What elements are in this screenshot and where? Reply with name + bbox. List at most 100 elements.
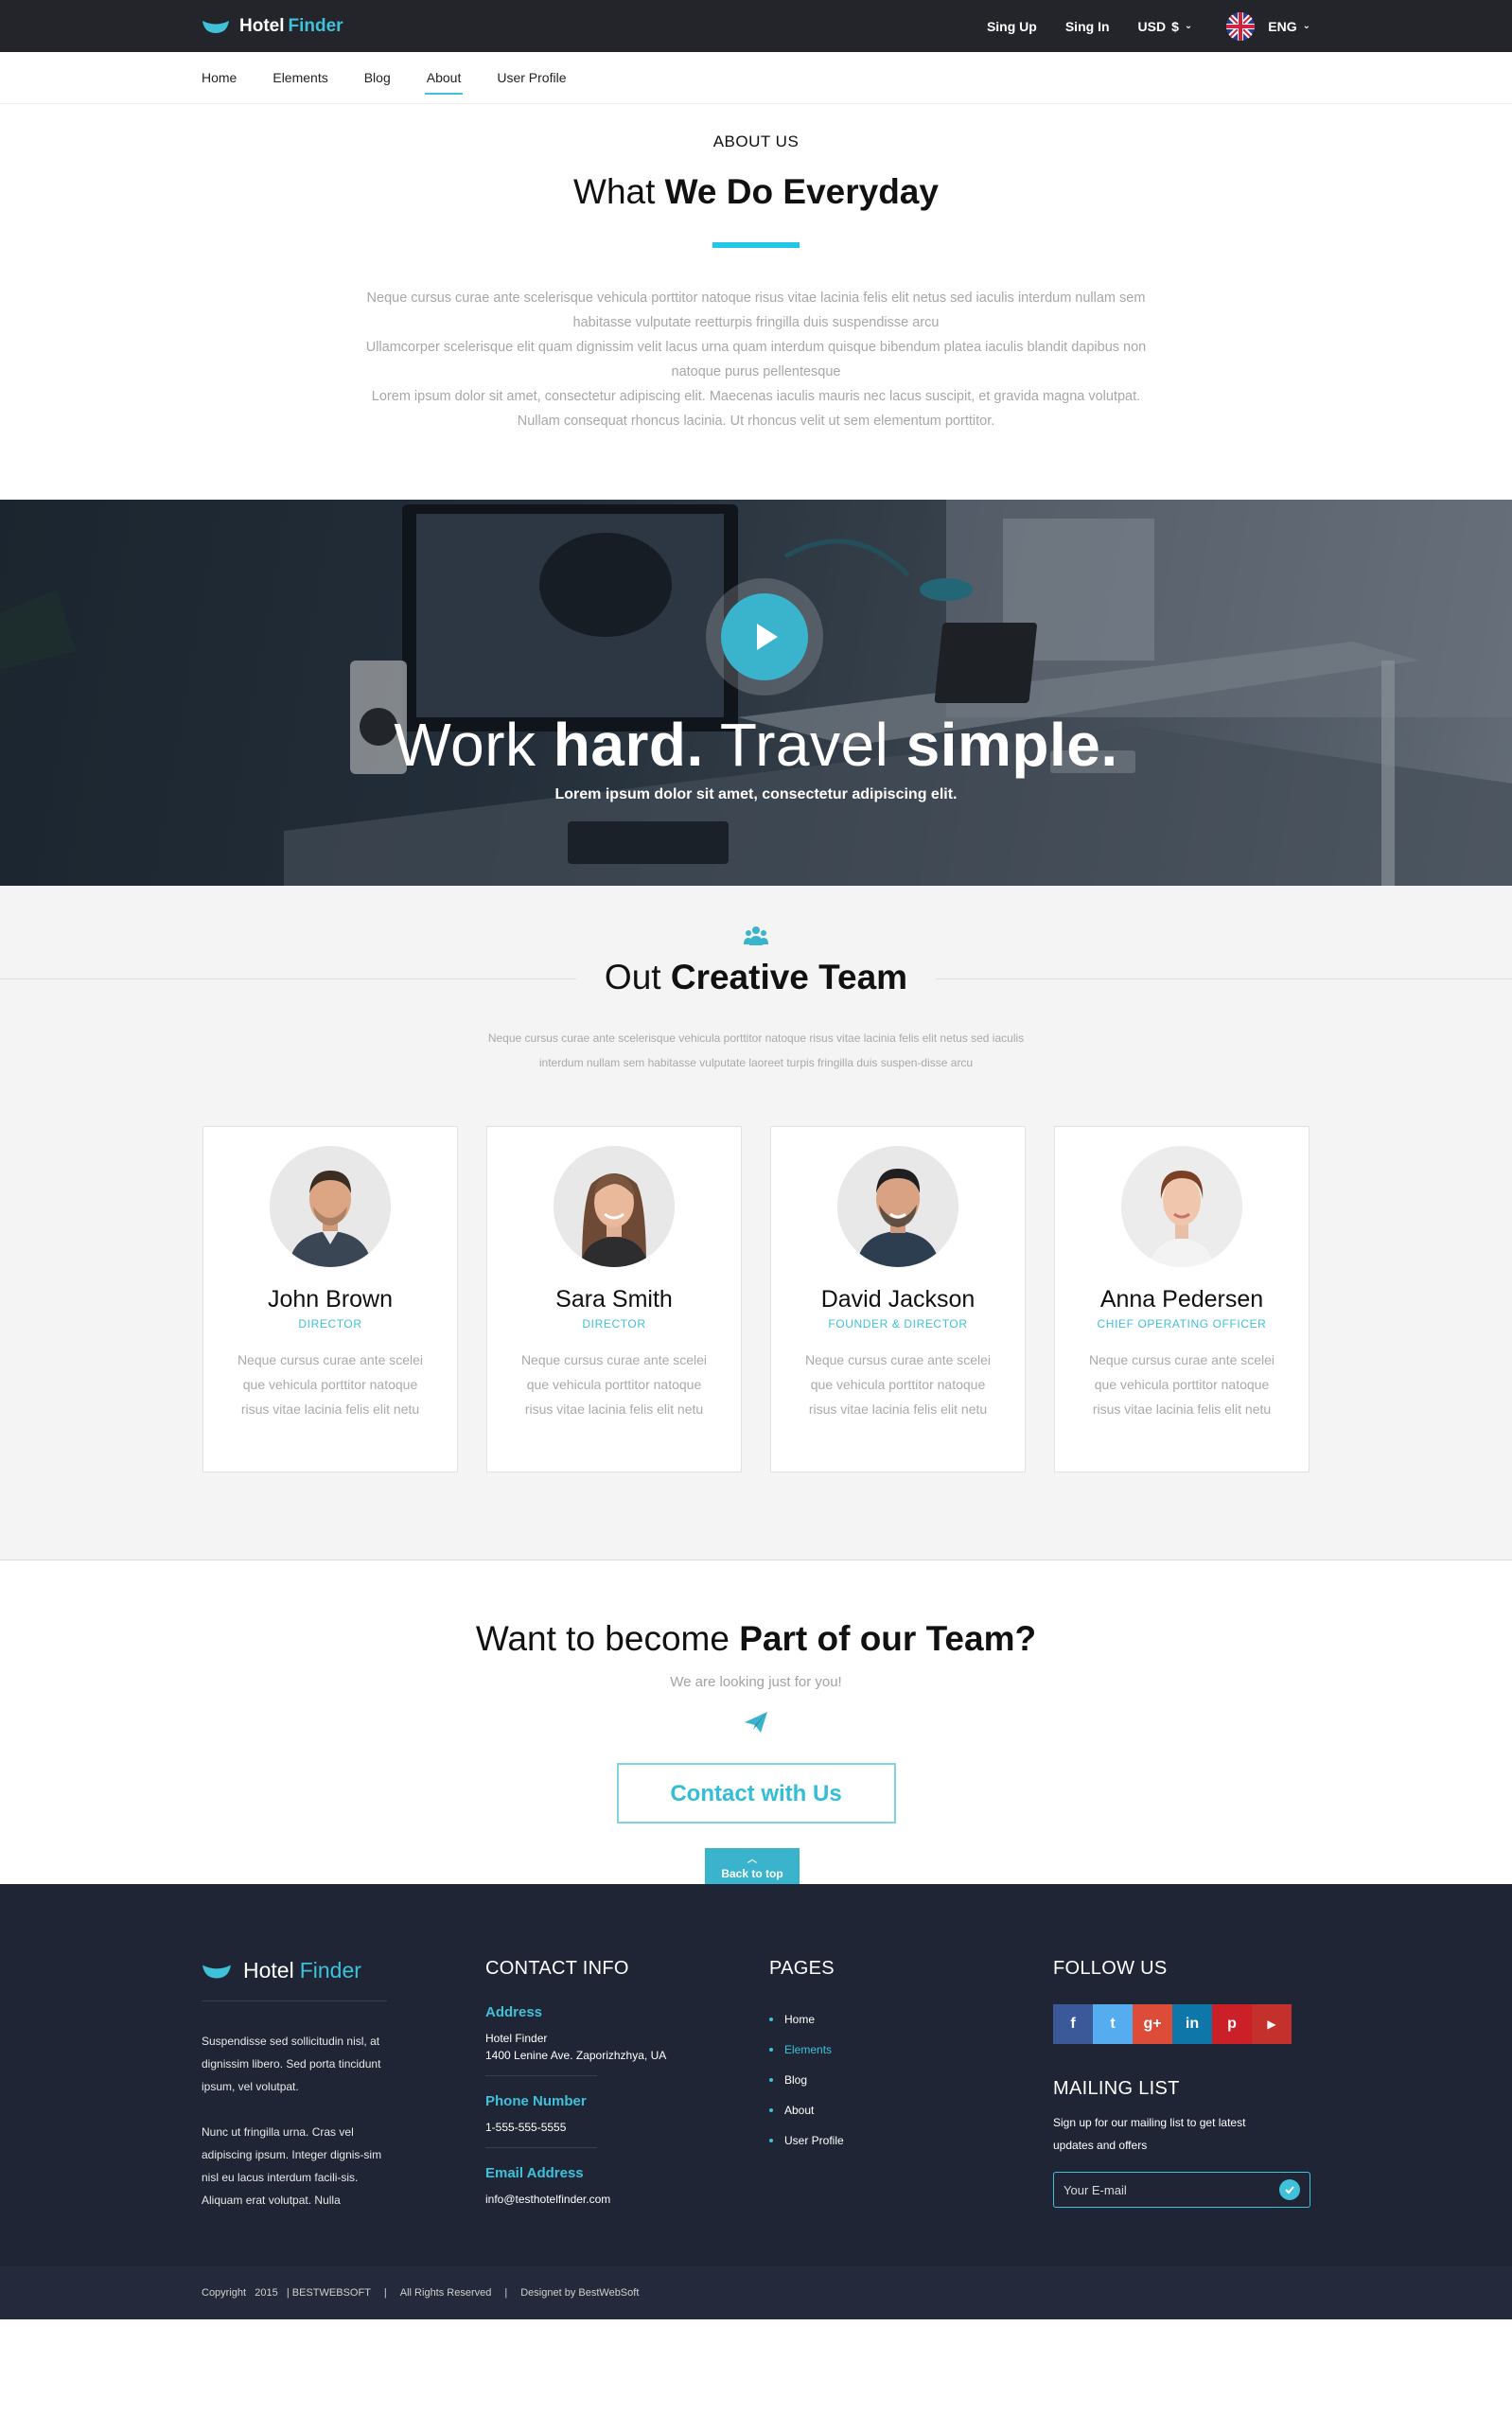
footer-link-label: Blog <box>784 2073 808 2087</box>
language-dropdown[interactable]: ENG ⌄ <box>1226 11 1310 41</box>
submit-check-icon[interactable] <box>1279 2179 1300 2200</box>
team-title-wrap: Out Creative Team <box>0 958 1512 999</box>
divider <box>485 2147 597 2148</box>
team-member-card: David Jackson FOUNDER & DIRECTOR Neque c… <box>770 1126 1026 1472</box>
footer-pages-column: PAGES Home Elements Blog About User Prof… <box>769 1958 1053 2212</box>
bullet-icon <box>769 2018 773 2021</box>
footer-link-user-profile[interactable]: User Profile <box>769 2125 1053 2156</box>
address-line-2: 1400 Lenine Ave. Zaporizhzhya, UA <box>485 2049 667 2062</box>
address-label: Address <box>485 2004 543 2020</box>
footer-link-blog[interactable]: Blog <box>769 2065 1053 2095</box>
member-bio: Neque cursus curae ante scelei que vehic… <box>237 1352 424 1417</box>
footer-text-2: Nunc ut fringilla urna. Cras vel adipisc… <box>202 2125 382 2207</box>
mailing-heading: MAILING LIST <box>1053 2078 1180 2099</box>
main-nav: Home Elements Blog About User Profile <box>0 52 1512 104</box>
email-address[interactable]: info@testhotelfinder.com <box>485 2191 769 2208</box>
about-paragraph-2: Ullamcorper scelerisque elit quam dignis… <box>365 340 1147 379</box>
footer-about-column: Hotel Finder Suspendisse sed sollicitudi… <box>202 1958 485 2212</box>
footer-text-1: Suspendisse sed sollicitudin nisl, at di… <box>202 2035 381 2093</box>
hero-title-3: Travel <box>719 711 889 779</box>
separator: | <box>504 2287 508 2299</box>
hero-title: Work hard. Travel simple. <box>0 710 1512 780</box>
about-paragraph-1: Neque cursus curae ante scelerisque vehi… <box>366 291 1146 330</box>
play-video-button[interactable] <box>706 578 823 696</box>
currency-code: USD <box>1137 18 1167 34</box>
nav-item-home[interactable]: Home <box>202 62 237 93</box>
bullet-icon <box>769 2048 773 2052</box>
team-section: Out Creative Team Neque cursus curae ant… <box>0 886 1512 1560</box>
play-button-inner <box>721 593 808 680</box>
sign-up-link[interactable]: Sing Up <box>987 19 1037 34</box>
join-team-section: Want to become Part of our Team? We are … <box>0 1560 1512 1884</box>
about-section: ABOUT US What We Do Everyday Neque cursu… <box>0 104 1512 500</box>
avatar <box>837 1146 958 1267</box>
newsletter-form <box>1053 2172 1310 2208</box>
member-role: DIRECTOR <box>582 1317 646 1331</box>
member-bio: Neque cursus curae ante scelei que vehic… <box>1088 1352 1275 1417</box>
separator: | <box>383 2287 387 2299</box>
youtube-icon[interactable]: ▶ <box>1252 2004 1292 2044</box>
member-name: John Brown <box>267 1286 394 1313</box>
hero-video-banner: Work hard. Travel simple. Lorem ipsum do… <box>0 500 1512 886</box>
team-description: Neque cursus curae ante scelerisque vehi… <box>487 1031 1025 1069</box>
pages-list: Home Elements Blog About User Profile <box>769 2004 1053 2156</box>
rights-text: All Rights Reserved <box>399 2287 492 2299</box>
hero-title-4: simple. <box>905 711 1118 779</box>
team-cards: John Brown DIRECTOR Neque cursus curae a… <box>0 1126 1512 1472</box>
team-title-bold: Creative Team <box>670 958 908 996</box>
newsletter-email-input[interactable] <box>1064 2182 1253 2197</box>
linkedin-icon[interactable]: in <box>1172 2004 1212 2044</box>
nav-item-about[interactable]: About <box>424 62 463 95</box>
member-role: DIRECTOR <box>298 1317 362 1331</box>
brand-name-second: Finder <box>288 15 343 36</box>
contact-button[interactable]: Contact with Us <box>616 1763 896 1824</box>
logo-icon <box>202 1965 231 1978</box>
avatar <box>554 1146 675 1267</box>
about-title-bold: We Do Everyday <box>664 172 939 211</box>
email-label: Email Address <box>485 2165 584 2181</box>
nav-item-elements[interactable]: Elements <box>273 62 327 93</box>
twitter-icon[interactable]: t <box>1093 2004 1133 2044</box>
team-member-card: John Brown DIRECTOR Neque cursus curae a… <box>202 1126 458 1472</box>
member-name: David Jackson <box>820 1286 976 1313</box>
footer-link-home[interactable]: Home <box>769 2004 1053 2035</box>
about-paragraph-3: Lorem ipsum dolor sit amet, consectetur … <box>371 389 1141 429</box>
copyright-text: Copyright 2015 | BESTWEBSOFT <box>202 2287 371 2299</box>
footer-link-elements[interactable]: Elements <box>769 2035 1053 2065</box>
footer-link-label: User Profile <box>784 2134 844 2147</box>
topbar: Hotel Finder Sing Up Sing In USD $ ⌄ ENG… <box>0 0 1512 52</box>
team-title-light: Out <box>604 958 661 996</box>
phone-label: Phone Number <box>485 2093 587 2109</box>
brand-name-first: Hotel <box>239 15 285 36</box>
pages-heading: PAGES <box>769 1958 835 1979</box>
footer-link-about[interactable]: About <box>769 2095 1053 2125</box>
team-icon <box>0 925 1512 946</box>
join-title-bold: Part of our Team? <box>739 1619 1037 1658</box>
avatar <box>1121 1146 1242 1267</box>
nav-item-user-profile[interactable]: User Profile <box>497 62 566 93</box>
footer-logo[interactable]: Hotel Finder <box>202 1958 387 2001</box>
team-title: Out Creative Team <box>575 958 937 997</box>
paper-plane-icon <box>745 1712 767 1733</box>
hero-title-2: hard. <box>553 711 704 779</box>
nav-item-blog[interactable]: Blog <box>364 62 391 93</box>
back-to-top-button[interactable]: ︿ Back to top <box>705 1848 800 1884</box>
about-title: What We Do Everyday <box>0 172 1512 212</box>
phone-number[interactable]: 1-555-555-5555 <box>485 2119 769 2136</box>
facebook-icon[interactable]: f <box>1053 2004 1093 2044</box>
member-role: CHIEF OPERATING OFFICER <box>1097 1317 1267 1331</box>
sign-in-link[interactable]: Sing In <box>1065 19 1110 34</box>
section-eyebrow: ABOUT US <box>712 132 800 150</box>
designer-credit[interactable]: Designet by BestWebSoft <box>520 2287 639 2299</box>
brand-logo[interactable]: Hotel Finder <box>202 16 343 37</box>
currency-dropdown[interactable]: USD $ ⌄ <box>1138 19 1193 34</box>
mailing-description: Sign up for our mailing list to get late… <box>1053 2116 1246 2152</box>
team-member-card: Anna Pedersen CHIEF OPERATING OFFICER Ne… <box>1054 1126 1310 1472</box>
join-subtitle: We are looking just for you! <box>670 1674 842 1690</box>
google-plus-icon[interactable]: g+ <box>1133 2004 1172 2044</box>
pinterest-icon[interactable]: p <box>1212 2004 1252 2044</box>
back-to-top-label: Back to top <box>721 1867 783 1880</box>
footer-follow-column: FOLLOW US f t g+ in p ▶ MAILING LIST Sig… <box>1053 1958 1310 2212</box>
member-name: Sara Smith <box>555 1286 673 1313</box>
social-links: f t g+ in p ▶ <box>1053 2004 1310 2044</box>
